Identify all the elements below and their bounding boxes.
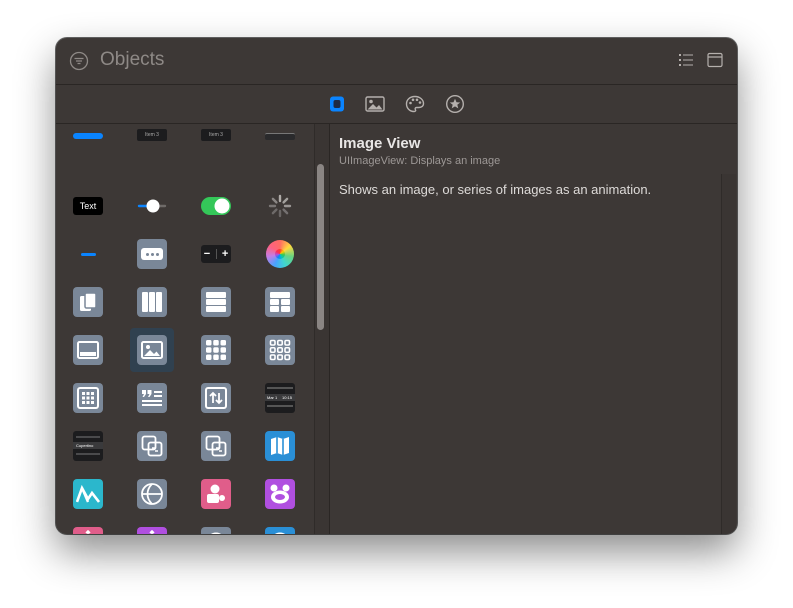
grid-frame-icon	[73, 383, 103, 413]
detail-title: Image View	[339, 135, 421, 152]
progress-icon	[265, 132, 295, 140]
overlap-squares-icon	[137, 431, 167, 461]
date-picker-icon: Mar 1 10:15	[265, 383, 295, 413]
library-item-label[interactable]: Text	[66, 184, 110, 228]
library-item-arkit-scenekit-view[interactable]	[66, 520, 110, 534]
ar-arrows-icon	[73, 527, 103, 534]
tab-media[interactable]	[364, 93, 386, 115]
list-view-icon[interactable]	[678, 52, 694, 68]
library-item-arkit-spritekit-view[interactable]	[258, 472, 302, 516]
library-item-segmented-list[interactable]: Item 3	[130, 124, 174, 146]
detail-description: Shows an image, or series of images as a…	[339, 182, 652, 197]
library-item-scenekit-view[interactable]	[130, 472, 174, 516]
library-item-visual-effect-view[interactable]	[130, 424, 174, 468]
stepper-icon: − +	[201, 245, 231, 263]
library-item-collection-cell[interactable]	[258, 328, 302, 372]
tab-colors[interactable]	[404, 93, 426, 115]
library-item-picker-view[interactable]: Cupertino	[66, 424, 110, 468]
tab-snippets[interactable]	[444, 93, 466, 115]
library-item-switch[interactable]	[194, 184, 238, 228]
image-icon	[365, 96, 385, 112]
library-item-safari-view[interactable]	[258, 520, 302, 534]
library-item-text-view-quote[interactable]	[130, 376, 174, 420]
list-item-label: Item 3	[201, 129, 231, 141]
color-wheel-icon	[266, 240, 294, 268]
rows-icon	[201, 287, 231, 317]
library-item-progress[interactable]	[258, 124, 302, 146]
library-item-scroll-view[interactable]	[194, 376, 238, 420]
library-item-spritekit-view[interactable]	[194, 472, 238, 516]
shapes-icon	[201, 479, 231, 509]
switch-icon	[201, 197, 231, 215]
ar-arrows-icon	[137, 527, 167, 534]
library-item-map-view[interactable]	[258, 424, 302, 468]
library-tab-bar	[56, 85, 737, 124]
library-item-page-control[interactable]	[66, 280, 110, 324]
library-item-collection-reusable-view[interactable]	[66, 376, 110, 420]
library-item-date-picker[interactable]: Mar 1 10:15	[258, 376, 302, 420]
compass-icon	[265, 527, 295, 534]
object-library-grid[interactable]: Item 3 Item 3 Text − + Mar 1 10:15 Cuper…	[56, 124, 314, 534]
library-item-menu[interactable]: Item 3	[194, 124, 238, 146]
library-item-activity-indicator[interactable]	[258, 184, 302, 228]
library-item-stepper[interactable]: − +	[194, 232, 238, 276]
palette-icon	[405, 95, 425, 113]
label-text: Text	[73, 197, 103, 215]
picker-icon: Cupertino	[73, 431, 103, 461]
metal-icon	[73, 479, 103, 509]
library-item-slider[interactable]	[130, 184, 174, 228]
shapes-round-icon	[265, 479, 295, 509]
library-item-arkit-view[interactable]	[130, 520, 174, 534]
scroll-arrows-icon	[201, 383, 231, 413]
detail-panel-icon[interactable]	[707, 52, 723, 68]
library-item-stack-view-horizontal[interactable]	[130, 280, 174, 324]
date-picker-date: Mar 1	[267, 395, 278, 400]
map-icon	[265, 431, 295, 461]
grid-outline-icon	[265, 335, 295, 365]
title-bar: Objects	[56, 38, 737, 85]
sphere-icon	[137, 479, 167, 509]
view-icon	[73, 335, 103, 365]
library-item-collection-view[interactable]	[194, 328, 238, 372]
tab-objects[interactable]	[326, 93, 348, 115]
ellipsis-icon	[137, 239, 167, 269]
library-item-table-view[interactable]	[258, 280, 302, 324]
columns-icon	[137, 287, 167, 317]
list-item-label: Item 3	[137, 129, 167, 141]
detail-scrollbar-track[interactable]	[721, 174, 736, 534]
filter-icon[interactable]	[69, 51, 89, 71]
stepper-plus: +	[221, 248, 229, 260]
library-item-stack-view-vertical[interactable]	[194, 280, 238, 324]
grid-icon	[201, 335, 231, 365]
progress-bar-icon	[80, 252, 96, 256]
star-icon	[445, 94, 465, 114]
compass-icon	[201, 527, 231, 534]
library-item-button[interactable]	[66, 124, 110, 146]
table-icon	[265, 287, 295, 317]
detail-subtitle: UIImageView: Displays an image	[339, 155, 501, 167]
library-item-color-well[interactable]	[258, 232, 302, 276]
library-item-visual-effect-vibrancy[interactable]	[194, 424, 238, 468]
library-scrollbar-thumb[interactable]	[317, 164, 324, 330]
filled-button-icon	[73, 133, 103, 139]
library-item-progress-view[interactable]	[66, 232, 110, 276]
library-item-web-view[interactable]	[194, 520, 238, 534]
overlap-squares-icon	[201, 431, 231, 461]
image-view-icon	[137, 335, 167, 365]
search-field[interactable]: Objects	[100, 49, 164, 71]
objects-library-window: Objects Item 3 Item 3 Text − + Mar 1 10:…	[56, 38, 737, 534]
date-picker-time: 10:15	[282, 395, 293, 400]
quote-text-icon	[137, 383, 167, 413]
library-item-text-view[interactable]	[130, 232, 174, 276]
picker-selected-value: Cupertino	[76, 443, 94, 448]
objects-icon	[330, 96, 344, 112]
stepper-minus: −	[203, 248, 211, 260]
spinner-icon	[268, 194, 292, 218]
library-item-metal-kit-view[interactable]	[66, 472, 110, 516]
library-item-view[interactable]	[66, 328, 110, 372]
slider-icon	[137, 199, 167, 213]
page-stack-icon	[73, 287, 103, 317]
detail-pane: Image View UIImageView: Displays an imag…	[329, 124, 721, 534]
library-item-image-view[interactable]	[130, 328, 174, 372]
